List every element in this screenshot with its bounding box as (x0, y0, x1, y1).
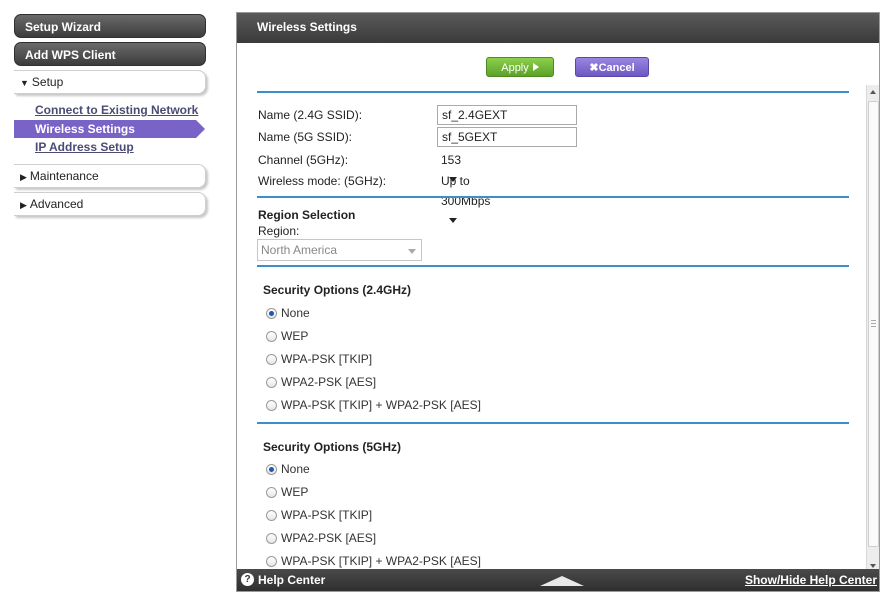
wireless-settings-panel: Wireless Settings Apply ✖Cancel Name (2.… (236, 12, 880, 592)
channel-label: Channel (5GHz): (258, 153, 349, 167)
channel-select[interactable]: 153 (437, 150, 462, 182)
security-24g-option[interactable]: WEP (266, 328, 308, 344)
help-center-bar: ? Help Center Show/Hide Help Center (237, 569, 879, 591)
radio-icon (266, 510, 277, 521)
setup-menu[interactable]: ▼ Setup (14, 70, 206, 94)
grip-icon (871, 320, 876, 327)
security-5g-option[interactable]: WPA-PSK [TKIP] (266, 507, 372, 523)
collapsed-arrow-icon: ▶ (20, 172, 27, 182)
advanced-menu-label: Advanced (29, 197, 84, 211)
cancel-label: Cancel (598, 62, 635, 74)
scroll-up-arrow-icon[interactable] (867, 85, 879, 99)
security-5g-option[interactable]: WPA2-PSK [AES] (266, 530, 376, 546)
security-24g-option[interactable]: WPA-PSK [TKIP] + WPA2-PSK [AES] (266, 397, 481, 413)
security-5g-title: Security Options (5GHz) (263, 440, 402, 454)
security-5g-option[interactable]: None (266, 461, 310, 477)
setup-wizard-button[interactable]: Setup Wizard (14, 14, 206, 38)
x-icon: ✖ (589, 62, 599, 74)
help-icon: ? (241, 573, 254, 586)
ssid-24g-input[interactable] (437, 105, 577, 125)
region-select: North America (257, 239, 422, 261)
sidebar-item-wireless-settings[interactable]: Wireless Settings (14, 120, 205, 138)
collapsed-arrow-icon: ▶ (20, 200, 27, 210)
maintenance-menu-label: Maintenance (29, 169, 99, 183)
radio-icon (266, 556, 277, 567)
ssid-5g-input[interactable] (437, 127, 577, 147)
setup-submenu: Connect to Existing Network Wireless Set… (14, 98, 206, 160)
section-divider (257, 265, 849, 267)
region-value: North America (261, 243, 338, 257)
wireless-mode-select[interactable]: Up to 300Mbps (437, 171, 490, 223)
channel-value: 153 (441, 153, 462, 167)
apply-button[interactable]: Apply (486, 57, 554, 77)
security-5g-option[interactable]: WPA-PSK [TKIP] + WPA2-PSK [AES] (266, 553, 481, 569)
expanded-arrow-icon: ▼ (20, 78, 29, 88)
option-label: WPA2-PSK [AES] (281, 375, 377, 389)
play-arrow-icon (532, 63, 539, 71)
apply-label: Apply (501, 62, 529, 74)
option-label: WPA-PSK [TKIP] + WPA2-PSK [AES] (281, 554, 481, 568)
section-divider (257, 91, 849, 93)
option-label: WPA2-PSK [AES] (281, 531, 377, 545)
radio-icon (266, 331, 277, 342)
sidebar-item-ip-address-setup[interactable]: IP Address Setup (14, 139, 206, 156)
radio-selected-icon (266, 464, 277, 475)
ssid-24g-label: Name (2.4G SSID): (258, 108, 363, 122)
security-24g-title: Security Options (2.4GHz) (263, 283, 412, 297)
chevron-down-icon (449, 218, 457, 223)
radio-icon (266, 533, 277, 544)
region-label: Region: (258, 224, 300, 238)
region-section-title: Region Selection (258, 208, 356, 222)
option-label: None (281, 306, 310, 320)
option-label: None (281, 462, 310, 476)
settings-content: Name (2.4G SSID): Name (5G SSID): Channe… (237, 85, 867, 573)
setup-menu-label: Setup (31, 75, 64, 89)
show-hide-help-link[interactable]: Show/Hide Help Center (745, 569, 877, 591)
security-24g-option[interactable]: WPA-PSK [TKIP] (266, 351, 372, 367)
option-label: WEP (281, 329, 309, 343)
ssid-5g-label: Name (5G SSID): (258, 130, 353, 144)
security-24g-option[interactable]: None (266, 305, 310, 321)
chevron-down-icon (408, 249, 416, 254)
help-center-label: Help Center (258, 573, 326, 587)
wireless-mode-value: Up to 300Mbps (441, 174, 491, 208)
section-divider (257, 422, 849, 424)
sidebar: Setup Wizard Add WPS Client ▼ Setup Conne… (14, 14, 206, 220)
scroll-thumb[interactable] (868, 101, 879, 547)
maintenance-menu[interactable]: ▶ Maintenance (14, 164, 206, 188)
radio-icon (266, 377, 277, 388)
radio-icon (266, 487, 277, 498)
option-label: WPA-PSK [TKIP] (281, 352, 373, 366)
security-24g-option[interactable]: WPA2-PSK [AES] (266, 374, 376, 390)
sidebar-item-connect-existing-network[interactable]: Connect to Existing Network (14, 102, 206, 119)
button-bar: Apply ✖Cancel (237, 43, 879, 83)
section-divider (257, 196, 849, 198)
option-label: WPA-PSK [TKIP] + WPA2-PSK [AES] (281, 398, 481, 412)
add-wps-client-button[interactable]: Add WPS Client (14, 42, 206, 66)
radio-selected-icon (266, 308, 277, 319)
radio-icon (266, 400, 277, 411)
radio-icon (266, 354, 277, 365)
security-5g-option[interactable]: WEP (266, 484, 308, 500)
option-label: WEP (281, 485, 309, 499)
expand-help-arrow-icon[interactable] (540, 576, 584, 586)
advanced-menu[interactable]: ▶ Advanced (14, 192, 206, 216)
vertical-scrollbar[interactable] (866, 85, 879, 573)
option-label: WPA-PSK [TKIP] (281, 508, 373, 522)
cancel-button[interactable]: ✖Cancel (575, 57, 649, 77)
wireless-mode-label: Wireless mode: (5GHz): (258, 174, 387, 188)
page-title: Wireless Settings (237, 13, 879, 43)
